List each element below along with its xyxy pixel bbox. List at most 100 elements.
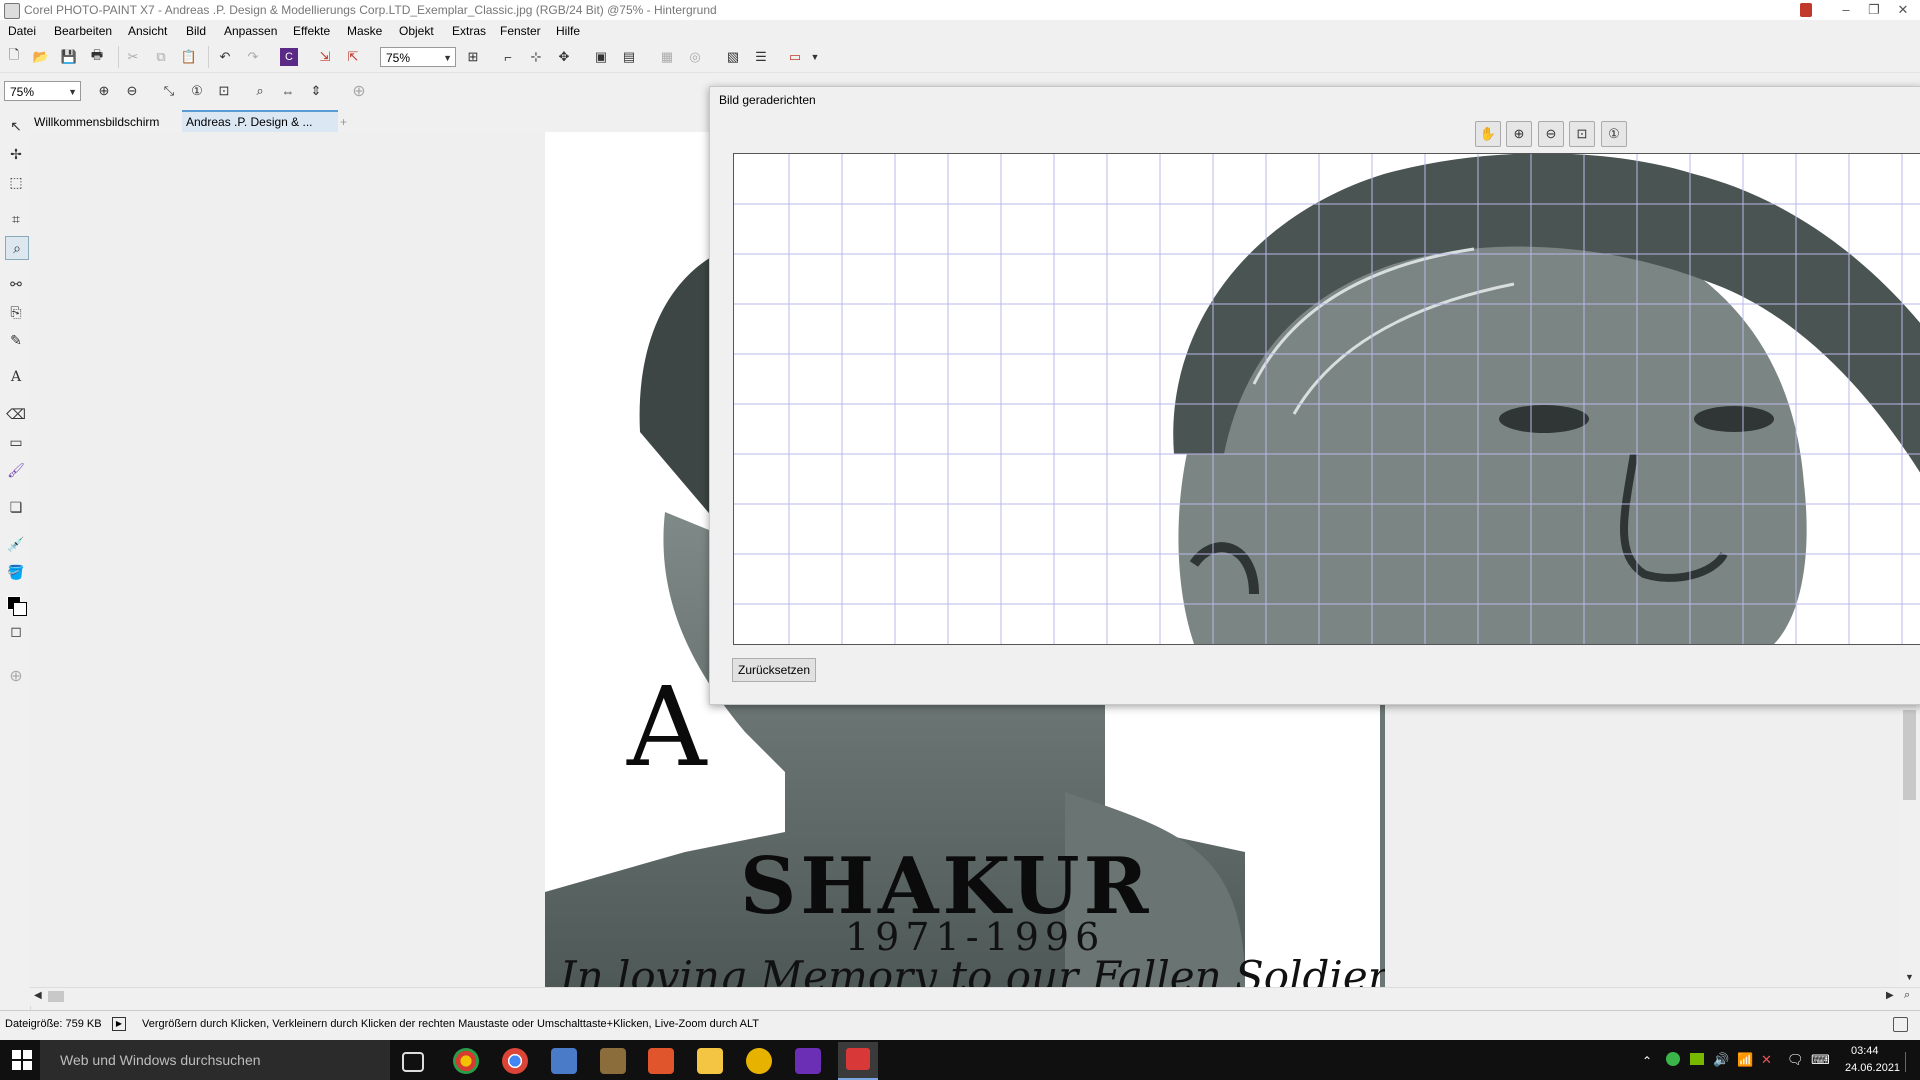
rectangle-tool-icon[interactable]: ▭ <box>5 431 27 453</box>
preview-zoom-out-icon[interactable]: ⊖ <box>1538 121 1564 147</box>
menu-extras[interactable]: Extras <box>452 24 486 38</box>
corel-photo-paint-taskbar-icon[interactable] <box>838 1042 878 1080</box>
paint-tool-icon[interactable]: 🖌 <box>5 459 27 481</box>
image-viewer-icon[interactable] <box>600 1048 626 1074</box>
options-icon[interactable]: ☰ <box>750 46 772 68</box>
zoom-to-fit-icon[interactable]: ⌕ <box>249 80 271 102</box>
taskbar-search[interactable]: Web und Windows durchsuchen <box>40 1040 390 1080</box>
tab-document[interactable]: Andreas .P. Design & ... <box>182 110 338 132</box>
clone-tool-icon[interactable]: ⎘ <box>5 301 27 323</box>
tray-time[interactable]: 03:44 <box>1851 1045 1879 1057</box>
menu-ansicht[interactable]: Ansicht <box>128 24 167 38</box>
effect-tool-icon[interactable]: ❏ <box>5 496 27 518</box>
open-icon[interactable]: 📂 <box>30 46 52 68</box>
zoom-out-icon[interactable]: ⊖ <box>121 80 143 102</box>
tab-add[interactable]: + <box>336 112 351 132</box>
zoom-width-icon[interactable]: ⇔ <box>277 80 299 102</box>
tray-network-icon[interactable]: 📶 <box>1737 1052 1753 1068</box>
status-arrow-icon[interactable]: ▶ <box>112 1017 126 1031</box>
zoom-corner-icon[interactable]: ⌕ <box>1904 989 1910 1002</box>
scroll-left-icon[interactable]: ◀ <box>34 990 42 1001</box>
menu-objekt[interactable]: Objekt <box>399 24 434 38</box>
vertical-scroll-thumb[interactable] <box>1903 710 1916 800</box>
menu-maske[interactable]: Maske <box>347 24 382 38</box>
dialog-preview[interactable] <box>733 153 1920 645</box>
mask-overlay-icon[interactable]: ▦ <box>656 46 678 68</box>
zoom-in-icon[interactable]: ⊕ <box>93 80 115 102</box>
reset-button[interactable]: Zurücksetzen <box>732 658 816 682</box>
browser-icon[interactable] <box>746 1048 772 1074</box>
preview-zoom-in-icon[interactable]: ⊕ <box>1506 121 1532 147</box>
redo-icon[interactable]: ↷ <box>242 46 264 68</box>
zoom-level-combo[interactable]: 75% ▼ <box>380 47 456 67</box>
snap-icon[interactable]: ✥ <box>553 46 575 68</box>
color-swatch-icon[interactable] <box>5 594 27 616</box>
chrome-icon[interactable] <box>502 1048 528 1074</box>
undo-icon[interactable]: ↶ <box>214 46 236 68</box>
fill-tool-icon[interactable]: 🪣 <box>5 561 27 583</box>
tray-nvidia-icon[interactable] <box>1690 1053 1704 1065</box>
eraser-tool-icon[interactable]: ⌫ <box>5 403 27 425</box>
add-icon[interactable]: ⊕ <box>348 80 370 102</box>
corel-connect-icon[interactable]: C <box>280 48 298 66</box>
file-explorer-icon[interactable] <box>697 1048 723 1074</box>
photo-app-icon[interactable] <box>551 1048 577 1074</box>
tray-volume-icon[interactable]: 🔊 <box>1713 1052 1729 1068</box>
status-settings-icon[interactable] <box>1893 1017 1908 1032</box>
close-button[interactable]: ✕ <box>1888 0 1918 20</box>
zoom-level-combo-2[interactable]: 75% ▼ <box>4 81 81 101</box>
zoom-100-icon[interactable]: ① <box>186 80 208 102</box>
menu-fenster[interactable]: Fenster <box>500 24 541 38</box>
preview-zoom-100-icon[interactable]: ① <box>1601 121 1627 147</box>
menu-anpassen[interactable]: Anpassen <box>224 24 277 38</box>
rulers-icon[interactable]: ⌐ <box>497 46 519 68</box>
scroll-down-icon[interactable]: ▼ <box>1905 972 1914 982</box>
lens-icon[interactable]: ◎ <box>684 46 706 68</box>
user-icon[interactable] <box>1800 3 1812 17</box>
menu-hilfe[interactable]: Hilfe <box>556 24 580 38</box>
horizontal-scroll-thumb[interactable] <box>48 991 64 1002</box>
zoom-selected-icon[interactable]: ⤡ <box>158 80 180 102</box>
full-screen-icon[interactable]: ⊞ <box>462 46 484 68</box>
crop-tool-icon[interactable]: ⌗ <box>5 208 27 230</box>
eyedropper-tool-icon[interactable]: 💉 <box>5 533 27 555</box>
show-desktop-button[interactable] <box>1905 1052 1910 1072</box>
office-app-icon[interactable] <box>648 1048 674 1074</box>
pick-tool-icon[interactable]: ↖ <box>5 115 27 137</box>
menu-effekte[interactable]: Effekte <box>293 24 330 38</box>
zoom-fit-icon[interactable]: ⊡ <box>213 80 235 102</box>
scroll-right-icon[interactable]: ▶ <box>1886 990 1894 1001</box>
preview-zoom-fit-icon[interactable]: ⊡ <box>1569 121 1595 147</box>
paste-icon[interactable]: 📋 <box>178 46 200 68</box>
menu-datei[interactable]: Datei <box>8 24 36 38</box>
copy-icon[interactable]: ⧉ <box>150 46 172 68</box>
show-object-marquee-icon[interactable]: ▣ <box>590 46 612 68</box>
pan-icon[interactable]: ✋ <box>1475 121 1501 147</box>
tab-welcome[interactable]: Willkommensbildschirm <box>30 112 188 132</box>
rectangle-mask-tool-icon[interactable]: ⬚ <box>5 171 27 193</box>
save-icon[interactable]: 💾 <box>58 46 80 68</box>
zoom-height-icon[interactable]: ⇕ <box>305 80 327 102</box>
zoom-tool-icon[interactable]: ⌕ <box>5 236 29 260</box>
horizontal-scrollbar[interactable]: ◀ ▶ ⌕ <box>30 987 1920 1006</box>
tray-wifi-icon[interactable]: ✕ <box>1761 1052 1772 1068</box>
mask-swatch-icon[interactable]: ◻ <box>5 620 27 642</box>
import-icon[interactable]: ⇲ <box>314 46 336 68</box>
windows-start-icon[interactable] <box>12 1050 32 1070</box>
tray-message-icon[interactable]: 🗨 <box>1787 1052 1804 1068</box>
picasa-icon[interactable] <box>453 1048 479 1074</box>
cut-icon[interactable]: ✂ <box>122 46 144 68</box>
add-tool-icon[interactable]: ⊕ <box>5 665 27 687</box>
export-icon[interactable]: ⇱ <box>342 46 364 68</box>
tray-chevron-icon[interactable]: ⌃ <box>1642 1054 1652 1068</box>
launch-icon[interactable]: ▭ <box>784 46 806 68</box>
transform-tool-icon[interactable]: ✢ <box>5 143 27 165</box>
minimize-button[interactable]: – <box>1831 0 1861 20</box>
new-icon[interactable]: 🗋 <box>3 46 25 68</box>
task-view-icon[interactable] <box>402 1052 424 1072</box>
tray-date[interactable]: 24.06.2021 <box>1845 1062 1900 1074</box>
guidelines-icon[interactable]: ⊹ <box>525 46 547 68</box>
app-icon-8[interactable] <box>795 1048 821 1074</box>
menu-bearbeiten[interactable]: Bearbeiten <box>54 24 112 38</box>
print-icon[interactable]: 🖶 <box>86 46 108 68</box>
